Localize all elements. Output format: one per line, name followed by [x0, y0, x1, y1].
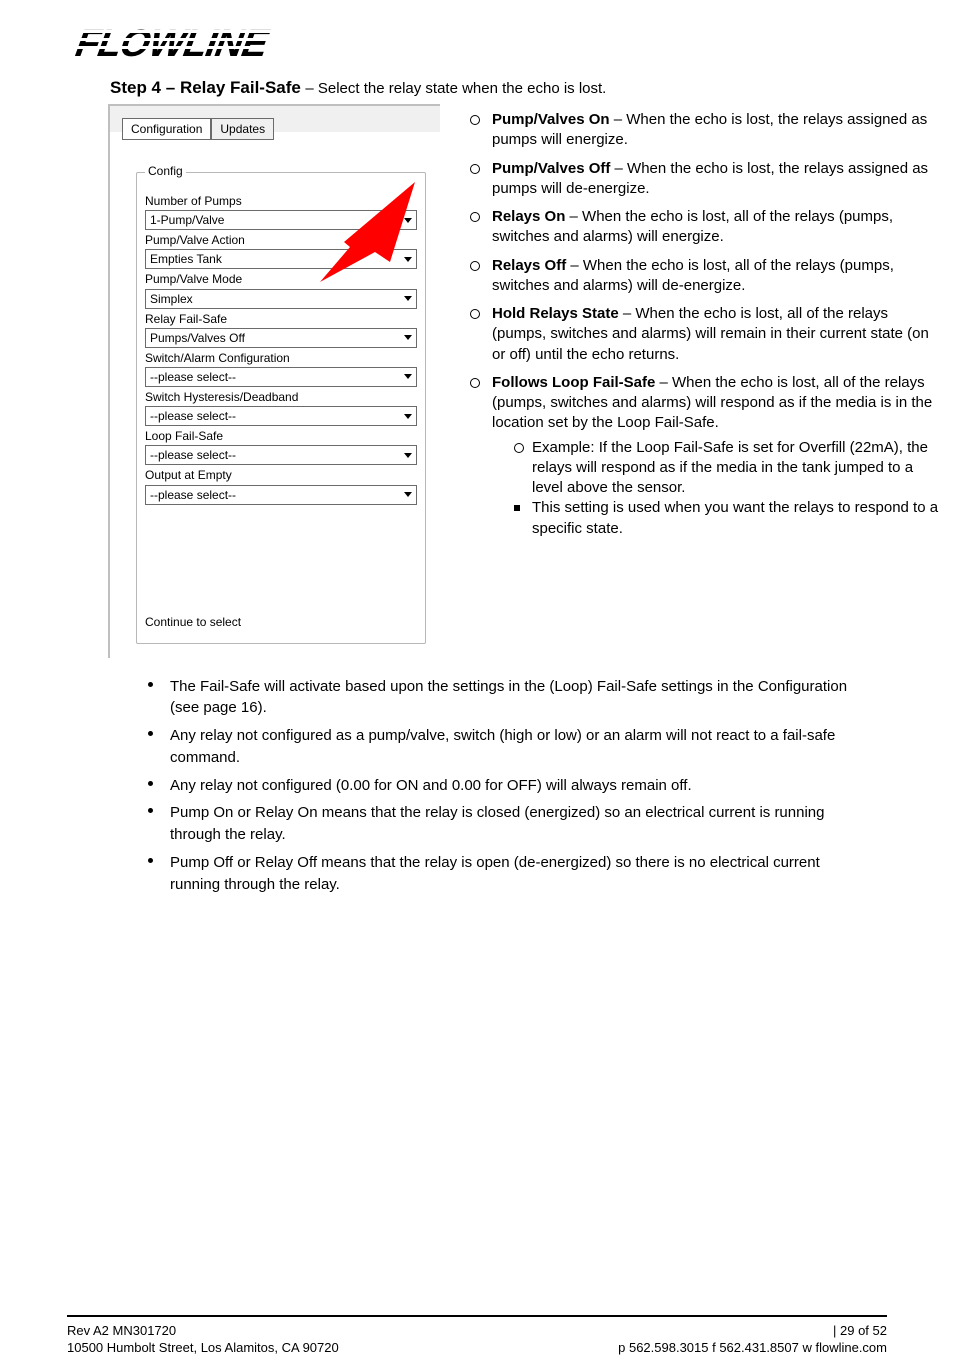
option-subitem: This setting is used when you want the r…	[514, 498, 940, 539]
footer-page: | 29 of 52	[833, 1323, 887, 1338]
chevron-down-icon	[404, 453, 412, 458]
field-value: --please select--	[150, 370, 236, 384]
option-item: Relays Off – When the echo is lost, all …	[470, 256, 940, 297]
field-value: 1-Pump/Valve	[150, 213, 224, 227]
option-item: Relays On – When the echo is lost, all o…	[470, 207, 940, 248]
chevron-down-icon	[404, 414, 412, 419]
option-item: Pump/Valves On – When the echo is lost, …	[470, 110, 940, 151]
field-value: Simplex	[150, 292, 193, 306]
note-item: Pump Off or Relay Off means that the rel…	[148, 852, 868, 896]
note-item: Any relay not configured (0.00 for ON an…	[148, 775, 868, 797]
note-item: Pump On or Relay On means that the relay…	[148, 802, 868, 846]
option-item: Hold Relays State – When the echo is los…	[470, 304, 940, 365]
option-item: Pump/Valves Off – When the echo is lost,…	[470, 159, 940, 200]
notes-list: The Fail-Safe will activate based upon t…	[148, 676, 868, 896]
field-label: Pump/Valve Mode	[145, 273, 417, 286]
chevron-down-icon	[404, 374, 412, 379]
chevron-down-icon	[404, 257, 412, 262]
field-value: --please select--	[150, 488, 236, 502]
step-desc: Select the relay state when the echo is …	[318, 80, 607, 97]
field-dropdown-4[interactable]: --please select--	[145, 367, 417, 387]
continue-label: Continue to select	[145, 615, 417, 629]
field-dropdown-5[interactable]: --please select--	[145, 406, 417, 426]
chevron-down-icon	[404, 335, 412, 340]
field-value: Pumps/Valves Off	[150, 331, 245, 345]
field-label: Number of Pumps	[145, 195, 417, 208]
chevron-down-icon	[404, 492, 412, 497]
brand-logo: FLOWLINE	[64, 24, 954, 64]
field-dropdown-6[interactable]: --please select--	[145, 445, 417, 465]
chevron-down-icon	[404, 218, 412, 223]
field-label: Loop Fail-Safe	[145, 430, 417, 443]
group-label: Config	[145, 164, 186, 178]
step-title: Relay Fail-Safe	[180, 78, 301, 97]
page-footer: Rev A2 MN301720 | 29 of 52 10500 Humbolt…	[67, 1315, 887, 1355]
field-label: Pump/Valve Action	[145, 234, 417, 247]
field-label: Switch/Alarm Configuration	[145, 352, 417, 365]
tab-configuration[interactable]: Configuration	[122, 118, 211, 140]
fail-safe-options-list: Pump/Valves On – When the echo is lost, …	[470, 110, 940, 547]
field-value: --please select--	[150, 409, 236, 423]
tab-updates[interactable]: Updates	[211, 118, 274, 140]
field-dropdown-2[interactable]: Simplex	[145, 289, 417, 309]
note-item: The Fail-Safe will activate based upon t…	[148, 676, 868, 720]
field-dropdown-7[interactable]: --please select--	[145, 485, 417, 505]
field-label: Output at Empty	[145, 469, 417, 482]
footer-contact: p 562.598.3015 f 562.431.8507 w flowline…	[618, 1340, 887, 1355]
field-value: --please select--	[150, 448, 236, 462]
field-dropdown-3[interactable]: Pumps/Valves Off	[145, 328, 417, 348]
footer-rev: Rev A2 MN301720	[67, 1323, 176, 1338]
field-label: Switch Hysteresis/Deadband	[145, 391, 417, 404]
option-item: Follows Loop Fail-Safe – When the echo i…	[470, 373, 940, 539]
field-value: Empties Tank	[150, 252, 222, 266]
config-window: ConfigurationUpdates Config Number of Pu…	[108, 104, 440, 658]
field-dropdown-1[interactable]: Empties Tank	[145, 249, 417, 269]
footer-address: 10500 Humbolt Street, Los Alamitos, CA 9…	[67, 1340, 339, 1355]
field-label: Relay Fail-Safe	[145, 313, 417, 326]
field-dropdown-0[interactable]: 1-Pump/Valve	[145, 210, 417, 230]
step-number: Step 4	[110, 78, 161, 97]
option-subitem: Example: If the Loop Fail-Safe is set fo…	[514, 438, 940, 499]
chevron-down-icon	[404, 296, 412, 301]
step-header: Step 4 – Relay Fail-Safe – Select the re…	[110, 78, 954, 98]
note-item: Any relay not configured as a pump/valve…	[148, 725, 868, 769]
